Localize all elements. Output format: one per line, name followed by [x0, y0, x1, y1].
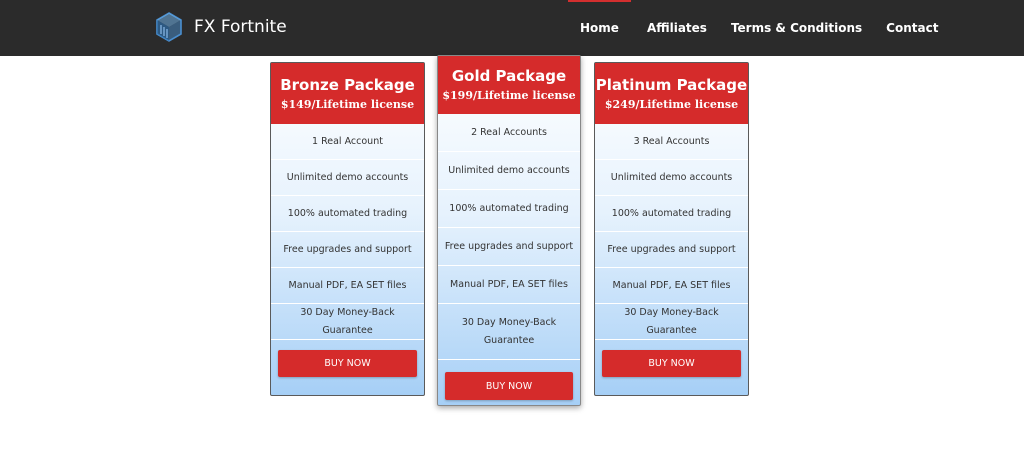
nav-terms-conditions[interactable]: Terms & Conditions	[731, 0, 862, 56]
nav-contact[interactable]: Contact	[886, 0, 938, 56]
card-header: Bronze Package $149/Lifetime license	[271, 63, 424, 124]
feature-item: 30 Day Money-Back Guarantee	[595, 304, 748, 340]
card-title: Platinum Package	[595, 75, 748, 94]
main-nav: Home Affiliates Terms & Conditions Conta…	[568, 0, 962, 56]
feature-item: Manual PDF, EA SET files	[438, 266, 580, 304]
card-title: Gold Package	[451, 67, 567, 85]
feature-list: 3 Real Accounts Unlimited demo accounts …	[595, 124, 748, 340]
feature-item: Free upgrades and support	[271, 232, 424, 268]
feature-item: 30 Day Money-Back Guarantee	[438, 304, 580, 360]
feature-item: 100% automated trading	[595, 196, 748, 232]
buy-now-button-platinum[interactable]: BUY NOW	[602, 350, 741, 377]
pricing-card-platinum: Platinum Package $249/Lifetime license 3…	[594, 62, 749, 396]
card-title: Bronze Package	[280, 75, 415, 94]
nav-home[interactable]: Home	[568, 0, 631, 56]
feature-item: 1 Real Account	[271, 124, 424, 160]
pricing-card-gold: Gold Package $199/Lifetime license 2 Rea…	[437, 55, 581, 406]
feature-item: 3 Real Accounts	[595, 124, 748, 160]
nav-affiliates[interactable]: Affiliates	[647, 0, 707, 56]
feature-item: Free upgrades and support	[595, 232, 748, 268]
top-navbar: FX Fortnite Home Affiliates Terms & Cond…	[0, 0, 1024, 56]
card-price: $199/Lifetime license	[442, 89, 576, 102]
feature-item: 30 Day Money-Back Guarantee	[271, 304, 424, 340]
feature-list: 2 Real Accounts Unlimited demo accounts …	[438, 114, 580, 360]
feature-item: Manual PDF, EA SET files	[595, 268, 748, 304]
brand[interactable]: FX Fortnite	[156, 12, 287, 42]
pricing-card-bronze: Bronze Package $149/Lifetime license 1 R…	[270, 62, 425, 396]
card-header: Gold Package $199/Lifetime license	[438, 56, 580, 114]
feature-item: Free upgrades and support	[438, 228, 580, 266]
buy-now-button-bronze[interactable]: BUY NOW	[278, 350, 417, 377]
feature-item: Manual PDF, EA SET files	[271, 268, 424, 304]
feature-item: Unlimited demo accounts	[438, 152, 580, 190]
card-price: $249/Lifetime license	[604, 97, 739, 111]
feature-item: 2 Real Accounts	[438, 114, 580, 152]
buy-now-button-gold[interactable]: BUY NOW	[445, 372, 573, 400]
feature-item: Unlimited demo accounts	[271, 160, 424, 196]
cube-logo-icon	[156, 12, 182, 42]
card-price: $149/Lifetime license	[280, 97, 415, 111]
feature-list: 1 Real Account Unlimited demo accounts 1…	[271, 124, 424, 340]
brand-name: FX Fortnite	[194, 17, 287, 37]
card-header: Platinum Package $249/Lifetime license	[595, 63, 748, 124]
feature-item: 100% automated trading	[438, 190, 580, 228]
feature-item: Unlimited demo accounts	[595, 160, 748, 196]
feature-item: 100% automated trading	[271, 196, 424, 232]
